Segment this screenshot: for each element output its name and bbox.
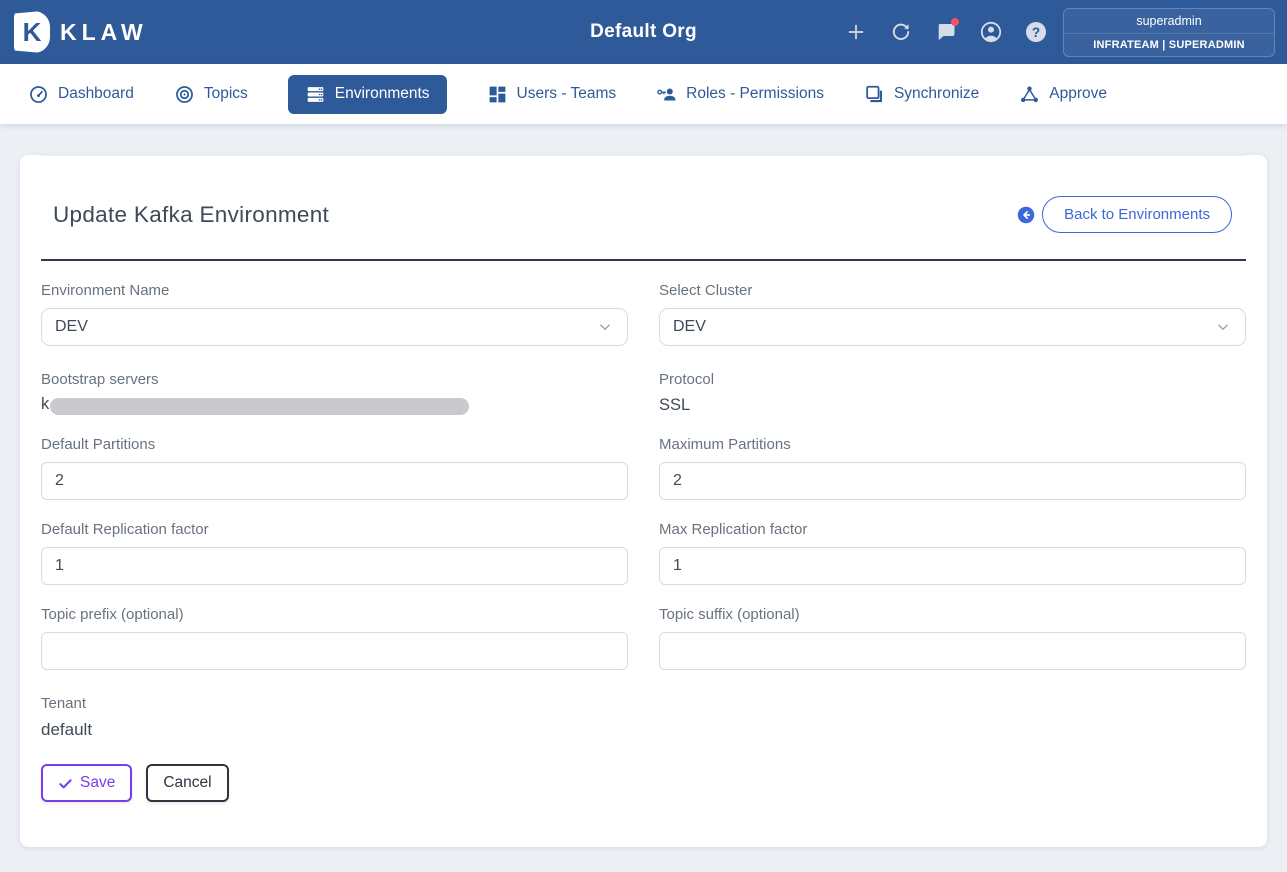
nav-label: Environments xyxy=(335,85,430,103)
default-partitions-label: Default Partitions xyxy=(41,436,628,453)
topic-suffix-input[interactable] xyxy=(659,632,1246,670)
back-arrow-icon[interactable] xyxy=(1017,206,1035,224)
topic-prefix-label: Topic prefix (optional) xyxy=(41,606,628,623)
save-button[interactable]: Save xyxy=(41,764,132,802)
select-cluster-value: DEV xyxy=(673,318,706,336)
form-actions: Save Cancel xyxy=(41,764,1246,826)
nav-roles-permissions[interactable]: Roles - Permissions xyxy=(656,84,824,105)
topic-suffix-label: Topic suffix (optional) xyxy=(659,606,1246,623)
tenant-label: Tenant xyxy=(41,695,628,712)
environment-name-value: DEV xyxy=(55,318,88,336)
redaction-overlay xyxy=(50,398,469,415)
user-icon xyxy=(979,20,1003,44)
nav-topics[interactable]: Topics xyxy=(174,84,248,105)
help-icon: ? xyxy=(1024,20,1048,44)
main-content: Update Kafka Environment Back to Environ… xyxy=(0,124,1287,872)
default-replication-factor-input[interactable] xyxy=(41,547,628,585)
default-replication-factor-label: Default Replication factor xyxy=(41,521,628,538)
max-replication-factor-label: Max Replication factor xyxy=(659,521,1246,538)
chevron-down-icon xyxy=(1214,318,1232,336)
nav-environments[interactable]: Environments xyxy=(288,75,447,114)
tenant-value: default xyxy=(41,720,628,740)
protocol-label: Protocol xyxy=(659,371,1246,388)
top-header: K KLAW Default Org ? superadmin INFRATEA… xyxy=(0,0,1287,64)
main-nav: Dashboard Topics Environments Users - Te… xyxy=(0,64,1287,124)
hub-icon xyxy=(1019,84,1040,105)
nav-label: Roles - Permissions xyxy=(686,85,824,103)
nav-label: Approve xyxy=(1049,85,1107,103)
card-top-divider xyxy=(41,155,1246,182)
user-menu-button[interactable] xyxy=(978,19,1004,45)
add-button[interactable] xyxy=(843,19,869,45)
maximum-partitions-field: Maximum Partitions xyxy=(659,415,1246,500)
nav-label: Dashboard xyxy=(58,85,134,103)
header-actions: ? xyxy=(843,19,1049,45)
klaw-logo-icon: K xyxy=(14,11,50,53)
copy-icon xyxy=(864,84,885,105)
update-environment-card: Update Kafka Environment Back to Environ… xyxy=(20,155,1267,847)
max-replication-factor-field: Max Replication factor xyxy=(659,500,1246,585)
plus-icon xyxy=(845,21,867,43)
environment-name-field: Environment Name DEV xyxy=(41,261,628,346)
servers-icon xyxy=(305,84,326,105)
nav-label: Users - Teams xyxy=(517,85,617,103)
back-controls: Back to Environments xyxy=(1017,196,1232,233)
svg-text:?: ? xyxy=(1032,25,1040,40)
page-title: Update Kafka Environment xyxy=(53,202,329,228)
environment-name-select[interactable]: DEV xyxy=(41,308,628,346)
gauge-icon xyxy=(28,84,49,105)
max-replication-factor-input[interactable] xyxy=(659,547,1246,585)
help-button[interactable]: ? xyxy=(1023,19,1049,45)
nav-users-teams[interactable]: Users - Teams xyxy=(487,84,617,105)
key-user-icon xyxy=(656,84,677,105)
bootstrap-servers-value: k xyxy=(41,395,628,414)
protocol-value: SSL xyxy=(659,396,1246,415)
back-to-environments-button[interactable]: Back to Environments xyxy=(1042,196,1232,233)
org-title: Default Org xyxy=(590,21,697,43)
select-cluster-select[interactable]: DEV xyxy=(659,308,1246,346)
topic-suffix-field: Topic suffix (optional) xyxy=(659,585,1246,670)
save-button-label: Save xyxy=(80,774,115,792)
nav-approve[interactable]: Approve xyxy=(1019,84,1107,105)
default-partitions-input[interactable] xyxy=(41,462,628,500)
nav-label: Topics xyxy=(204,85,248,103)
brand[interactable]: K KLAW xyxy=(14,11,148,53)
cancel-button[interactable]: Cancel xyxy=(146,764,228,802)
nav-synchronize[interactable]: Synchronize xyxy=(864,84,979,105)
notifications-button[interactable] xyxy=(933,19,959,45)
default-replication-factor-field: Default Replication factor xyxy=(41,500,628,585)
card-header: Update Kafka Environment Back to Environ… xyxy=(41,182,1246,259)
default-partitions-field: Default Partitions xyxy=(41,415,628,500)
topic-prefix-input[interactable] xyxy=(41,632,628,670)
bootstrap-servers-label: Bootstrap servers xyxy=(41,371,628,388)
environment-name-label: Environment Name xyxy=(41,282,628,299)
tenant-field: Tenant default xyxy=(41,670,628,740)
tenant-spacer xyxy=(659,670,1246,740)
environment-form: Environment Name DEV Select Cluster DEV … xyxy=(41,261,1246,826)
team-role: INFRATEAM | SUPERADMIN xyxy=(1064,34,1274,56)
grid-icon xyxy=(487,84,508,105)
brand-name: KLAW xyxy=(60,19,148,46)
select-cluster-label: Select Cluster xyxy=(659,282,1246,299)
bootstrap-servers-visible-text: k xyxy=(41,395,49,414)
bootstrap-servers-field: Bootstrap servers k xyxy=(41,346,628,415)
refresh-button[interactable] xyxy=(888,19,914,45)
check-icon xyxy=(58,776,73,791)
target-icon xyxy=(174,84,195,105)
topic-prefix-field: Topic prefix (optional) xyxy=(41,585,628,670)
maximum-partitions-label: Maximum Partitions xyxy=(659,436,1246,453)
notification-dot xyxy=(951,18,959,26)
nav-dashboard[interactable]: Dashboard xyxy=(28,84,134,105)
user-info[interactable]: superadmin INFRATEAM | SUPERADMIN xyxy=(1063,8,1275,57)
maximum-partitions-input[interactable] xyxy=(659,462,1246,500)
username: superadmin xyxy=(1064,9,1274,34)
protocol-field: Protocol SSL xyxy=(659,346,1246,415)
chevron-down-icon xyxy=(596,318,614,336)
select-cluster-field: Select Cluster DEV xyxy=(659,261,1246,346)
refresh-icon xyxy=(889,20,913,44)
nav-label: Synchronize xyxy=(894,85,979,103)
